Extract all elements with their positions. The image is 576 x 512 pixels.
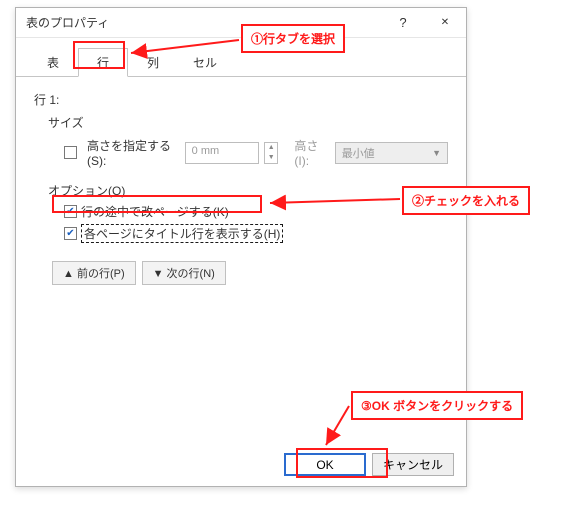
ok-button[interactable]: OK bbox=[284, 453, 366, 476]
repeat-header-checkbox[interactable]: ✔ bbox=[64, 227, 77, 240]
specify-height-label: 高さを指定する(S): bbox=[87, 137, 179, 168]
height-mode-label: 高さ(I): bbox=[294, 137, 328, 168]
repeat-header-row: ✔ 各ページにタイトル行を表示する(H) bbox=[34, 224, 448, 243]
specify-height-checkbox[interactable] bbox=[64, 146, 77, 159]
height-mode-value: 最小値 bbox=[342, 145, 375, 161]
repeat-header-label: 各ページにタイトル行を表示する(H) bbox=[81, 224, 283, 243]
cancel-button[interactable]: キャンセル bbox=[372, 453, 454, 476]
next-row-button[interactable]: ▼ 次の行(N) bbox=[142, 261, 226, 285]
height-spinner[interactable]: ▲▼ bbox=[264, 142, 278, 164]
content-area: 行 1: サイズ 高さを指定する(S): 0 mm ▲▼ 高さ(I): 最小値 … bbox=[16, 77, 466, 293]
allow-break-row: ✔ 行の途中で改ページする(K) bbox=[34, 203, 448, 220]
height-input[interactable]: 0 mm bbox=[185, 142, 259, 164]
dialog-title: 表のプロパティ bbox=[16, 14, 382, 31]
size-row: 高さを指定する(S): 0 mm ▲▼ 高さ(I): 最小値 ▼ bbox=[34, 137, 448, 168]
prev-row-button[interactable]: ▲ 前の行(P) bbox=[52, 261, 136, 285]
titlebar: 表のプロパティ ? ✕ bbox=[16, 8, 466, 38]
size-heading: サイズ bbox=[34, 114, 448, 131]
tab-row[interactable]: 行 bbox=[78, 48, 128, 77]
close-button[interactable]: ✕ bbox=[424, 8, 466, 38]
allow-break-label: 行の途中で改ページする(K) bbox=[81, 203, 229, 220]
tab-cell[interactable]: セル bbox=[178, 48, 232, 77]
tab-table[interactable]: 表 bbox=[28, 48, 78, 77]
options-heading: オプション(O) bbox=[34, 182, 448, 199]
chevron-down-icon: ▼ bbox=[432, 148, 441, 158]
row-number-label: 行 1: bbox=[34, 91, 448, 108]
allow-break-checkbox[interactable]: ✔ bbox=[64, 205, 77, 218]
dialog-footer: OK キャンセル bbox=[284, 453, 454, 476]
tab-strip: 表 行 列 セル bbox=[16, 48, 466, 77]
table-properties-dialog: 表のプロパティ ? ✕ 表 行 列 セル 行 1: サイズ 高さを指定する(S)… bbox=[15, 7, 467, 487]
help-button[interactable]: ? bbox=[382, 8, 424, 38]
height-mode-select[interactable]: 最小値 ▼ bbox=[335, 142, 448, 164]
nav-row: ▲ 前の行(P) ▼ 次の行(N) bbox=[34, 261, 448, 285]
tab-column[interactable]: 列 bbox=[128, 48, 178, 77]
